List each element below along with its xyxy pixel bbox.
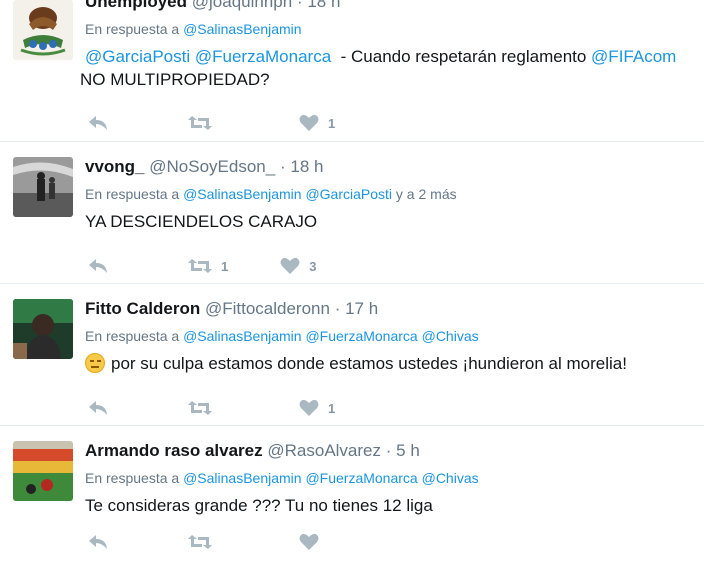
reply-icon (89, 259, 107, 273)
reply-icon (89, 116, 107, 130)
separator-dot: · (296, 0, 303, 11)
timestamp[interactable]: 18 h (290, 157, 323, 176)
reply-prefix: En respuesta a (85, 186, 180, 202)
tweet[interactable]: Unemployed @joaquinripn · 18 h En respue… (0, 0, 704, 142)
reply-prefix: En respuesta a (85, 470, 180, 486)
retweet-icon (188, 401, 212, 415)
separator-dot: · (385, 441, 392, 460)
user-handle[interactable]: @Fittocalderonn (205, 299, 330, 318)
like-button[interactable] (299, 533, 328, 551)
reply-mention[interactable]: @Chivas (422, 470, 479, 486)
text-segment: por su culpa estamos donde estamos usted… (111, 354, 627, 373)
reply-button[interactable] (88, 258, 108, 274)
display-name[interactable]: Fitto Calderon (85, 299, 200, 318)
like-button[interactable]: 1 (299, 114, 335, 132)
reply-mention[interactable]: @GarciaPosti (305, 186, 392, 202)
display-name[interactable]: Armando raso alvarez (85, 441, 263, 460)
retweet-button[interactable]: 1 (188, 258, 228, 274)
reply-mention[interactable]: @FuerzaMonarca (305, 328, 417, 344)
retweet-icon (188, 259, 212, 273)
reply-prefix: En respuesta a (85, 21, 180, 37)
expressionless-face-icon (85, 353, 105, 373)
heart-icon (299, 114, 319, 131)
retweet-button[interactable] (188, 115, 221, 131)
retweet-count: 1 (221, 258, 229, 274)
like-count: 1 (328, 115, 336, 131)
tweet[interactable]: vvong_ @NoSoyEdson_ · 18 h En respuesta … (0, 142, 704, 284)
retweet-icon (188, 535, 212, 549)
reply-button[interactable] (88, 115, 108, 131)
tweet-text: Te consideras grande ??? Tu no tienes 12… (85, 494, 698, 517)
text-mention[interactable]: @GarciaPosti (85, 47, 190, 66)
avatar[interactable] (13, 299, 73, 359)
tweet-text: por su culpa estamos donde estamos usted… (85, 352, 698, 375)
heart-icon (299, 399, 319, 416)
tweet[interactable]: Armando raso alvarez @RasoAlvarez · 5 h … (0, 426, 704, 568)
heart-icon (299, 533, 319, 550)
reply-context: En respuesta a @SalinasBenjamin @FuerzaM… (85, 327, 698, 345)
text-mention[interactable]: @FIFAcom (591, 47, 676, 66)
reply-button[interactable] (88, 534, 108, 550)
reply-icon (89, 535, 107, 549)
tweet-text: YA DESCIENDELOS CARAJO (85, 210, 698, 233)
user-handle[interactable]: @NoSoyEdson_ (149, 157, 275, 176)
reply-mention[interactable]: @Chivas (422, 328, 479, 344)
avatar[interactable] (13, 0, 73, 60)
text-mention[interactable]: @FuerzaMonarca (195, 47, 331, 66)
reply-suffix[interactable]: y a 2 más (396, 186, 457, 202)
like-button[interactable]: 1 (299, 399, 335, 417)
user-handle[interactable]: @RasoAlvarez (267, 441, 381, 460)
timestamp[interactable]: 5 h (396, 441, 420, 460)
text-segment: NO MULTIPROPIEDAD? (80, 70, 270, 89)
heart-icon (280, 257, 300, 274)
avatar[interactable] (13, 157, 73, 217)
retweet-button[interactable] (188, 400, 221, 416)
separator-dot: · (334, 299, 341, 318)
display-name[interactable]: Unemployed (85, 0, 187, 11)
reply-mention[interactable]: @SalinasBenjamin (183, 328, 302, 344)
reply-mention[interactable]: @SalinasBenjamin (183, 21, 302, 37)
like-count: 3 (309, 258, 317, 274)
reply-button[interactable] (88, 400, 108, 416)
tweet-text: @GarciaPosti @FuerzaMonarca - Cuando res… (80, 45, 698, 91)
reply-icon (89, 401, 107, 415)
reply-context: En respuesta a @SalinasBenjamin @GarciaP… (85, 185, 698, 203)
tweet[interactable]: Fitto Calderon @Fittocalderonn · 17 h En… (0, 284, 704, 426)
text-segment: Te consideras grande ??? Tu no tienes 12… (85, 496, 433, 515)
reply-mention[interactable]: @FuerzaMonarca (305, 470, 417, 486)
display-name[interactable]: vvong_ (85, 157, 145, 176)
avatar[interactable] (13, 441, 73, 501)
reply-mention[interactable]: @SalinasBenjamin (183, 470, 302, 486)
user-handle[interactable]: @joaquinripn (192, 0, 292, 11)
timestamp[interactable]: 18 h (307, 0, 340, 11)
reply-prefix: En respuesta a (85, 328, 180, 344)
retweet-icon (188, 116, 212, 130)
tweet-feed: Unemployed @joaquinripn · 18 h En respue… (0, 0, 704, 568)
text-segment: YA DESCIENDELOS CARAJO (85, 212, 318, 231)
retweet-button[interactable] (188, 534, 221, 550)
reply-context: En respuesta a @SalinasBenjamin (85, 20, 698, 38)
reply-context: En respuesta a @SalinasBenjamin @FuerzaM… (85, 469, 698, 487)
text-segment: - Cuando respetarán reglamento (331, 47, 592, 66)
timestamp[interactable]: 17 h (345, 299, 378, 318)
like-count: 1 (328, 400, 336, 416)
reply-mention[interactable]: @SalinasBenjamin (183, 186, 302, 202)
like-button[interactable]: 3 (280, 257, 316, 275)
separator-dot: · (279, 157, 286, 176)
